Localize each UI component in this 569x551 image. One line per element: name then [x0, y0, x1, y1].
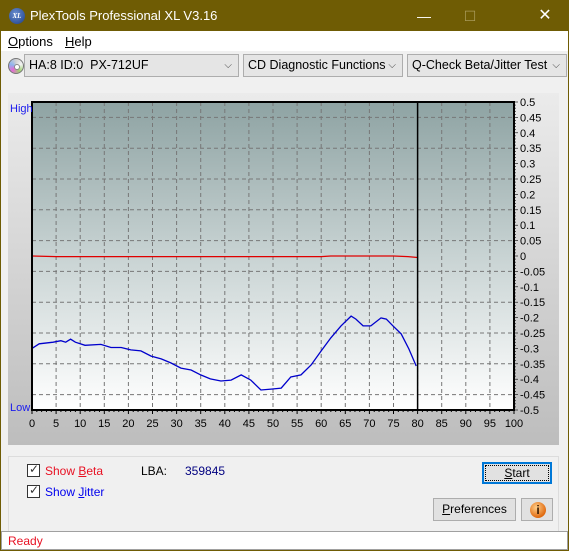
y-tick-label: 0.5: [520, 97, 535, 109]
y-tick-label: -0.3: [520, 343, 539, 355]
show-jitter-text: Show: [45, 485, 79, 499]
x-tick-label: 40: [219, 418, 231, 430]
x-tick-label: 55: [291, 418, 303, 430]
x-tick-label: 5: [53, 418, 59, 430]
y-tick-label: -0.05: [520, 266, 545, 278]
x-tick-label: 70: [363, 418, 375, 430]
y-label-low: Low: [10, 402, 30, 414]
y-tick-label: -0.35: [520, 359, 545, 371]
y-tick-label: -0.45: [520, 390, 545, 402]
y-tick-label: 0.35: [520, 143, 541, 155]
show-beta-label[interactable]: Show Beta: [45, 464, 103, 478]
show-jitter-label[interactable]: Show Jitter: [45, 485, 104, 499]
menu-help-label: elp: [74, 34, 92, 49]
y-tick-label: 0.2: [520, 189, 535, 201]
info-icon: i: [530, 502, 546, 518]
function-group-select[interactable]: CD Diagnostic Functions ⌵: [243, 54, 403, 77]
show-jitter-checkbox[interactable]: [27, 483, 40, 498]
x-tick-label: 50: [267, 418, 279, 430]
y-tick-label: -0.5: [520, 405, 539, 417]
test-select-value: Q-Check Beta/Jitter Test: [412, 58, 548, 72]
show-jitter-text-rest: itter: [84, 485, 105, 499]
chevron-down-icon: ⌵: [224, 60, 232, 71]
chevron-down-icon: ⌵: [388, 60, 396, 71]
y-tick-label: 0.4: [520, 128, 535, 140]
x-tick-label: 80: [411, 418, 423, 430]
status-text: Ready: [8, 534, 43, 548]
x-tick-label: 65: [339, 418, 351, 430]
app-window: XL PlexTools Professional XL V3.16 — ☐ ✕…: [0, 0, 569, 551]
x-tick-label: 30: [170, 418, 182, 430]
chevron-down-icon: ⌵: [552, 60, 560, 71]
window-title: PlexTools Professional XL V3.16: [30, 8, 218, 23]
menu-options[interactable]: Options: [8, 34, 53, 49]
chart-panel: 0 5 10 15 20 25 30 35 40 45 50 55 60 65 70 75 80 85 90 95 10…: [8, 93, 559, 445]
y-tick-label: 0.15: [520, 205, 541, 217]
y-tick-label: -0.2: [520, 313, 539, 325]
toolbar: HA:8 ID:0 PX-712UF ⌵ CD Diagnostic Funct…: [1, 52, 568, 80]
y-tick-label: 0.25: [520, 174, 541, 186]
maximize-button[interactable]: ☐: [447, 1, 493, 31]
y-tick-label: 0.45: [520, 112, 541, 124]
show-beta-checkbox[interactable]: [27, 462, 40, 477]
y-tick-label: 0.3: [520, 159, 535, 171]
show-beta-text: Show: [45, 464, 79, 478]
device-select[interactable]: HA:8 ID:0 PX-712UF ⌵: [24, 54, 239, 77]
y-tick-label: 0: [520, 251, 526, 263]
x-tick-label: 35: [195, 418, 207, 430]
options-panel: Show Beta Show Jitter LBA: 359845 Start …: [8, 456, 559, 534]
menu-help-accel: H: [65, 34, 75, 49]
title-bar[interactable]: XL PlexTools Professional XL V3.16 — ☐ ✕: [1, 1, 568, 31]
preferences-button[interactable]: Preferences: [433, 498, 516, 521]
x-tick-label: 75: [387, 418, 399, 430]
preferences-accel: P: [442, 502, 451, 516]
beta-jitter-chart: 0 5 10 15 20 25 30 35 40 45 50 55 60 65 70 75 80 85 90 95 10…: [10, 97, 545, 430]
y-label-high: High: [10, 103, 33, 115]
y-tick-label: -0.4: [520, 374, 539, 386]
x-tick-label: 10: [74, 418, 86, 430]
status-bar: Ready: [1, 531, 568, 550]
y-tick-label: -0.15: [520, 297, 545, 309]
lba-label: LBA:: [141, 464, 168, 478]
menu-bar: Options Help: [1, 31, 568, 51]
y-tick-label: -0.1: [520, 282, 539, 294]
cd-disc-icon: [8, 58, 24, 74]
app-icon: XL: [9, 8, 25, 24]
y-tick-label: 0.05: [520, 236, 541, 248]
x-tick-label: 15: [98, 418, 110, 430]
menu-options-accel: O: [8, 34, 19, 49]
x-tick-label: 100: [505, 418, 523, 430]
function-group-value: CD Diagnostic Functions: [248, 58, 386, 72]
x-tick-label: 95: [484, 418, 496, 430]
menu-help[interactable]: Help: [65, 34, 92, 49]
device-select-value: HA:8 ID:0 PX-712UF: [29, 58, 149, 72]
x-tick-label: 25: [146, 418, 158, 430]
x-tick-label: 0: [29, 418, 35, 430]
test-select[interactable]: Q-Check Beta/Jitter Test ⌵: [407, 54, 567, 77]
info-button[interactable]: i: [521, 498, 553, 521]
x-tick-label: 85: [436, 418, 448, 430]
x-tick-label: 60: [315, 418, 327, 430]
y-tick-label: 0.1: [520, 220, 535, 232]
x-tick-label: 20: [122, 418, 134, 430]
minimize-button[interactable]: —: [401, 1, 447, 31]
x-tick-label: 45: [243, 418, 255, 430]
show-beta-text-rest: eta: [86, 464, 104, 478]
y-tick-label: -0.25: [520, 328, 545, 340]
focus-rect: [485, 465, 549, 481]
start-button[interactable]: Start: [482, 462, 552, 484]
menu-options-label: ptions: [18, 34, 53, 49]
lba-value: 359845: [185, 464, 226, 478]
close-button[interactable]: ✕: [522, 1, 568, 31]
preferences-label: references: [450, 502, 507, 516]
x-tick-label: 90: [460, 418, 472, 430]
